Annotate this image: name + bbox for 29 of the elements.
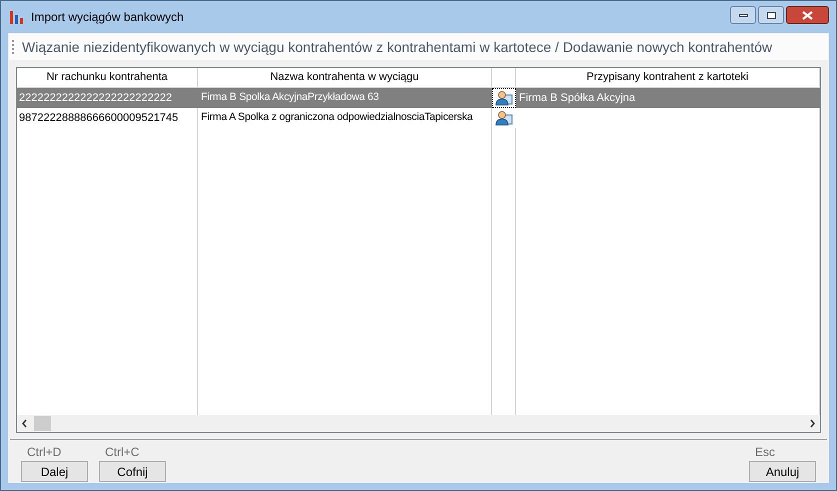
table-cell-text: Firma B Spolka AkcyjnaPrzykładowa 63 [201, 90, 379, 106]
horizontal-scrollbar[interactable] [17, 415, 820, 432]
table-cell-text: 98722228888666600009521745 [19, 110, 178, 126]
dialog-button[interactable]: Anuluj [749, 461, 816, 482]
table-cell-text: Firma A Spolka z ograniczona odpowiedzialnosciaTapicerska [201, 110, 473, 126]
column-header[interactable]: Przypisany kontrahent z kartoteki [586, 69, 749, 86]
shortcut-label: Esc [754, 445, 776, 459]
close-button[interactable] [786, 6, 829, 24]
column-header[interactable]: Nr rachunku kontrahenta [46, 69, 168, 86]
scroll-right-icon[interactable] [809, 419, 816, 428]
person-icon[interactable] [495, 90, 513, 106]
chart-icon [9, 9, 25, 25]
column-header[interactable]: Nazwa kontrahenta w wyciągu [270, 69, 419, 86]
table-row[interactable]: 2222222222222222222222222 Firma B Spolka AkcyjnaPrzykładowa 63 Firma B Spółka Akcyjna [17, 88, 820, 108]
minimize-button[interactable] [730, 6, 756, 24]
shortcut-label: Ctrl+D [26, 445, 62, 459]
close-icon [802, 10, 813, 20]
table-cell-text: Firma B Spółka Akcyjna [519, 90, 636, 106]
scroll-left-icon[interactable] [21, 419, 28, 428]
dialog-button[interactable]: Cofnij [99, 461, 166, 482]
dialog-button[interactable]: Dalej [21, 461, 88, 482]
maximize-button[interactable] [758, 6, 784, 24]
table-row[interactable]: 98722228888666600009521745 Firma A Spolka z ograniczona odpowiedzialnosciaTapicerska [17, 108, 820, 128]
table-cell-text: 2222222222222222222222222 [19, 90, 172, 106]
person-icon[interactable] [495, 110, 513, 126]
window-title: Import wyciągów bankowych [31, 9, 184, 26]
shortcut-label: Ctrl+C [104, 445, 140, 459]
header-title: Wiązanie niezidentyfikowanych w wyciągu kontrahentów z kontrahentami w kartotece / Dodawanie nowych kontrahentów [22, 38, 772, 57]
scrollbar-thumb[interactable] [34, 416, 51, 431]
